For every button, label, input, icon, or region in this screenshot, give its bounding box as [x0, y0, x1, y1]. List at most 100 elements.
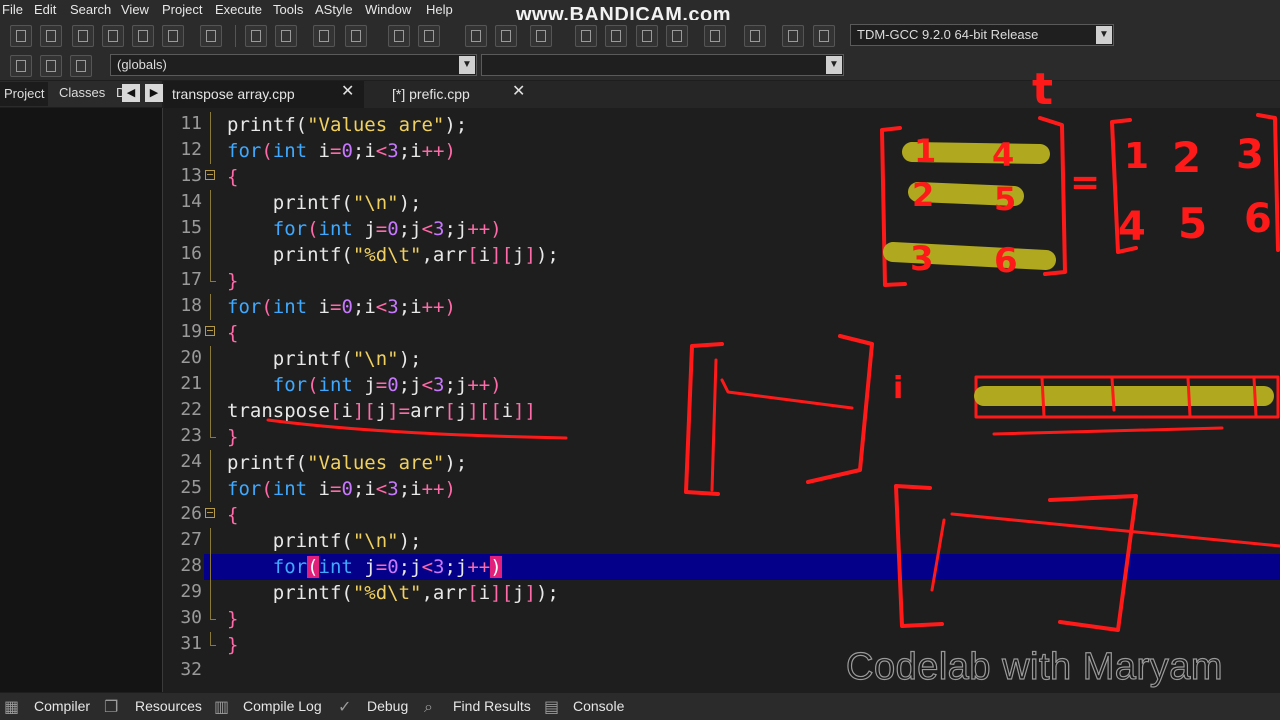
new-file-icon[interactable]: [10, 25, 32, 47]
delete-profile-icon[interactable]: [813, 25, 835, 47]
member-select[interactable]: ▼: [481, 54, 844, 76]
stop-icon[interactable]: [744, 25, 766, 47]
tab-compiler[interactable]: Compiler: [34, 693, 90, 720]
line-number: 19: [180, 321, 202, 342]
tab-transpose-array[interactable]: transpose array.cpp: [164, 81, 364, 108]
line-number: 32: [180, 659, 202, 680]
scope-select[interactable]: (globals) ▼: [110, 54, 477, 76]
fold-box[interactable]: [205, 508, 215, 518]
fold-line: [210, 450, 211, 476]
tab-console[interactable]: Console: [573, 693, 624, 720]
check-icon[interactable]: [704, 25, 726, 47]
chevron-down-icon[interactable]: ▼: [1096, 26, 1112, 44]
chart-icon[interactable]: [782, 25, 804, 47]
editor-tabs: transpose array.cpp ✕ [*] prefic.cpp ✕: [164, 81, 1280, 108]
console-icon: ▤: [544, 697, 560, 716]
code-line: 23 }: [180, 424, 1280, 450]
tab-resources[interactable]: Resources: [135, 693, 202, 720]
code-text: for(int j=0;j<3;j++): [272, 374, 502, 396]
close-file-icon[interactable]: [132, 25, 154, 47]
compiler-icon: ▦: [4, 697, 20, 716]
bookmark-list-icon[interactable]: [70, 55, 92, 77]
chevron-down-icon[interactable]: ▼: [459, 56, 475, 74]
code-text: }: [227, 426, 239, 448]
code-line: 17 }: [180, 268, 1280, 294]
menu-file[interactable]: File: [2, 2, 23, 17]
code-line: 15 for(int j=0;j<3;j++): [180, 216, 1280, 242]
code-line: 18 for(int i=0;i<3;i++): [180, 294, 1280, 320]
menu-tools[interactable]: Tools: [273, 2, 303, 17]
fold-end: [210, 632, 216, 646]
compile-run-icon[interactable]: [636, 25, 658, 47]
code-text: for(int i=0;i<3;i++): [227, 478, 456, 500]
code-editor[interactable]: 11 printf("Values are"); 12 for(int i=0;…: [180, 110, 1280, 690]
indent-icon[interactable]: [313, 25, 335, 47]
compile-log-icon: ▥: [214, 697, 230, 716]
unindent-icon[interactable]: [465, 25, 487, 47]
toolbar-separator: [235, 25, 236, 47]
menu-project[interactable]: Project: [162, 2, 202, 17]
redo-icon[interactable]: [418, 25, 440, 47]
fold-toggle-icon[interactable]: [203, 320, 219, 346]
chevron-down-icon[interactable]: ▼: [826, 56, 842, 74]
line-number: 11: [180, 113, 202, 134]
project-tree[interactable]: [0, 108, 163, 692]
code-line: 13 {: [180, 164, 1280, 190]
fold-gutter: [203, 424, 219, 450]
menu-window[interactable]: Window: [365, 2, 411, 17]
line-number: 21: [180, 373, 202, 394]
fold-gutter: [203, 476, 219, 502]
code-line: 25 for(int i=0;i<3;i++): [180, 476, 1280, 502]
line-number: 26: [180, 503, 202, 524]
fold-line: [210, 216, 211, 242]
fold-box[interactable]: [205, 326, 215, 336]
compiler-select[interactable]: TDM-GCC 9.2.0 64-bit Release ▼: [850, 24, 1114, 46]
fold-gutter: [203, 112, 219, 138]
fold-gutter: [203, 294, 219, 320]
new-project-icon[interactable]: [10, 55, 32, 77]
print-icon[interactable]: [200, 25, 222, 47]
menu-edit[interactable]: Edit: [34, 2, 56, 17]
close-icon[interactable]: ✕: [512, 81, 525, 100]
chevron-right-icon[interactable]: ▶: [145, 84, 163, 102]
undo-icon[interactable]: [388, 25, 410, 47]
tab-project[interactable]: Project: [0, 82, 49, 106]
tab-compile-log[interactable]: Compile Log: [243, 693, 322, 720]
fold-toggle-icon[interactable]: [203, 502, 219, 528]
fold-gutter: [203, 632, 219, 658]
menu-view[interactable]: View: [121, 2, 149, 17]
tab-label: [*] prefic.cpp: [392, 86, 470, 102]
bookmark-icon[interactable]: [40, 55, 62, 77]
menu-astyle[interactable]: AStyle: [315, 2, 353, 17]
rebuild-icon[interactable]: [666, 25, 688, 47]
menu-search[interactable]: Search: [70, 2, 111, 17]
code-text: printf("%d\t",arr[i][j]);: [227, 582, 559, 604]
fold-gutter: [203, 580, 219, 606]
line-number: 13: [180, 165, 202, 186]
comment-icon[interactable]: [530, 25, 552, 47]
compile-icon[interactable]: [575, 25, 597, 47]
close-all-icon[interactable]: [162, 25, 184, 47]
menu-help[interactable]: Help: [426, 2, 453, 17]
menu-execute[interactable]: Execute: [215, 2, 262, 17]
replace-icon[interactable]: [275, 25, 297, 47]
close-icon[interactable]: ✕: [341, 81, 354, 100]
toggle-bookmark-icon[interactable]: [345, 25, 367, 47]
open-file-icon[interactable]: [40, 25, 62, 47]
fold-toggle-icon[interactable]: [203, 164, 219, 190]
find-icon[interactable]: [245, 25, 267, 47]
code-text: }: [227, 270, 239, 292]
scope-select-value: (globals): [117, 57, 167, 72]
goto-icon[interactable]: [495, 25, 517, 47]
tab-debug[interactable]: Debug: [367, 693, 408, 720]
run-icon[interactable]: [605, 25, 627, 47]
line-number: 22: [180, 399, 202, 420]
code-line: 14 printf("\n");: [180, 190, 1280, 216]
tab-classes[interactable]: Classes: [59, 85, 105, 100]
fold-box[interactable]: [205, 170, 215, 180]
chevron-left-icon[interactable]: ◀: [122, 84, 140, 102]
save-icon[interactable]: [72, 25, 94, 47]
tab-find-results[interactable]: Find Results: [453, 693, 531, 720]
save-all-icon[interactable]: [102, 25, 124, 47]
code-text: {: [227, 504, 239, 526]
